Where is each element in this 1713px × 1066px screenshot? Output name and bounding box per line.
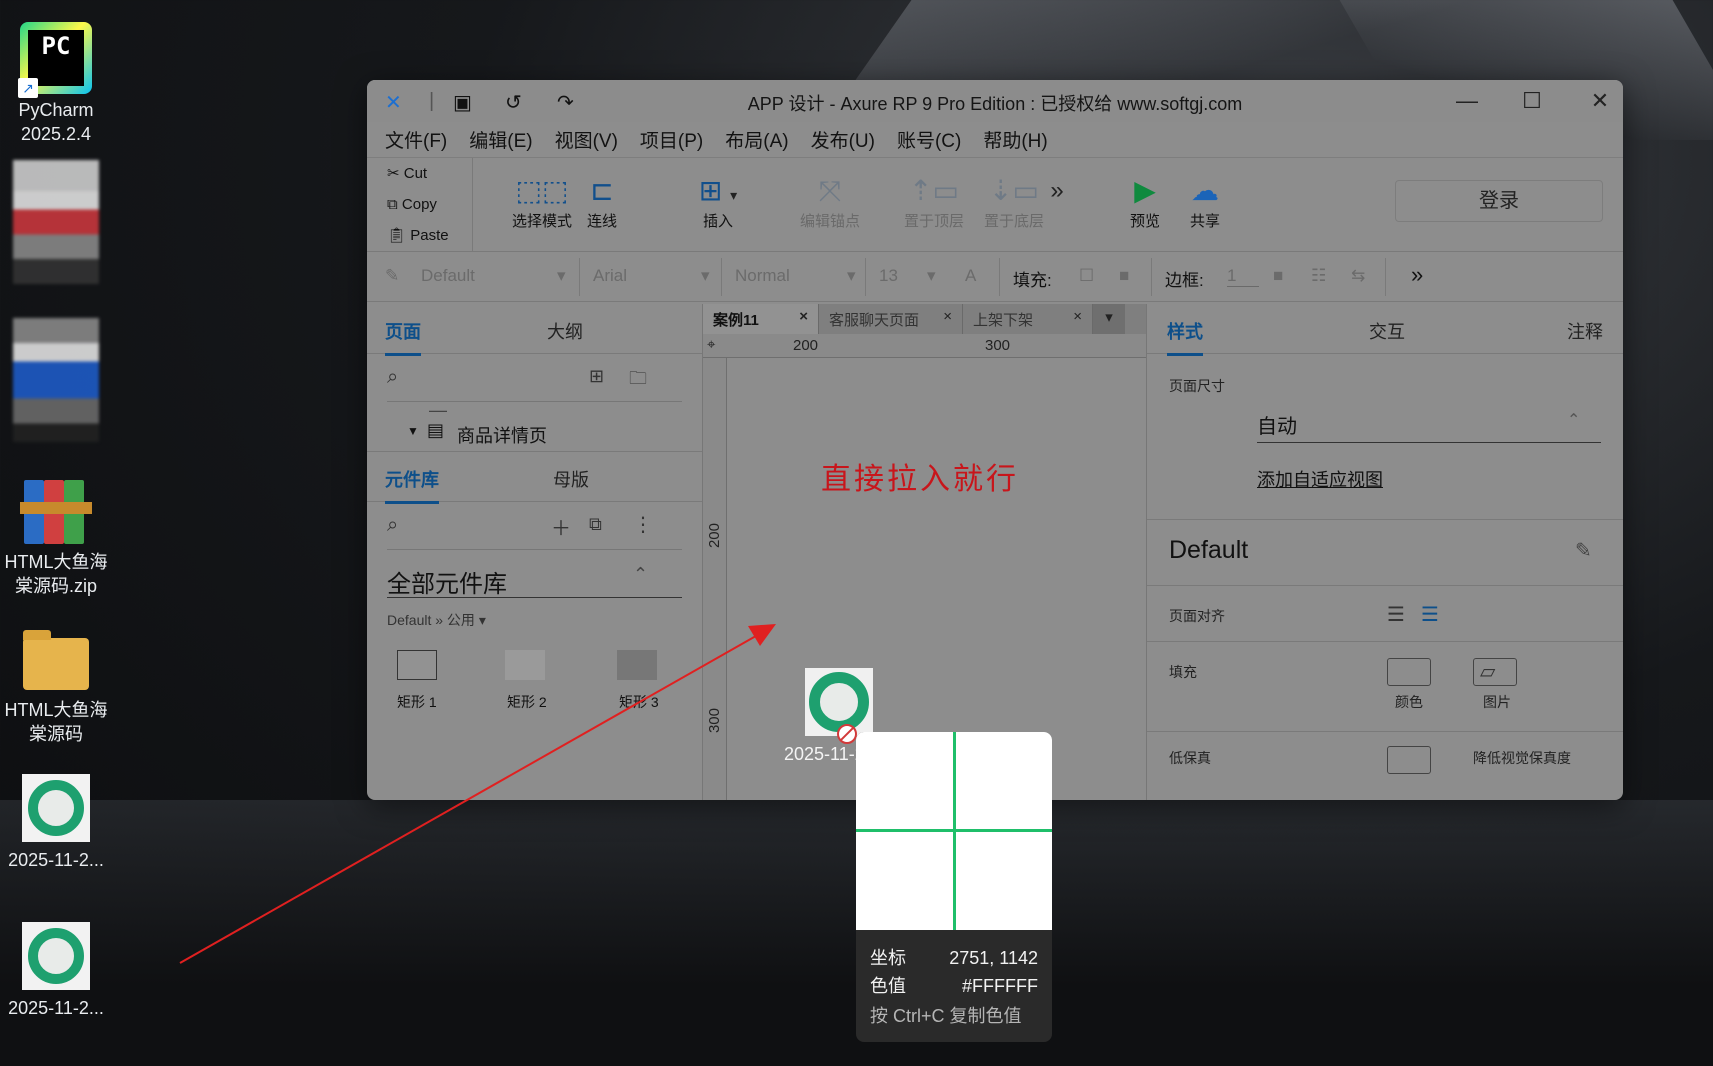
copy-hint: 按 Ctrl+C 复制色值: [870, 1006, 1022, 1026]
coord-value: 2751, 1142: [949, 948, 1038, 968]
color-label: 色值: [870, 976, 906, 996]
magnifier: [856, 732, 1052, 930]
no-drop-cursor-icon: [837, 724, 857, 744]
color-value: #FFFFFF: [962, 976, 1038, 996]
picker-info: 坐标 2751, 1142 色值 #FFFFFF 按 Ctrl+C 复制色值: [856, 930, 1052, 1030]
dragged-image-thumbnail[interactable]: [805, 668, 873, 736]
color-picker-popup: 坐标 2751, 1142 色值 #FFFFFF 按 Ctrl+C 复制色值: [856, 732, 1052, 1042]
coord-label: 坐标: [870, 948, 906, 968]
